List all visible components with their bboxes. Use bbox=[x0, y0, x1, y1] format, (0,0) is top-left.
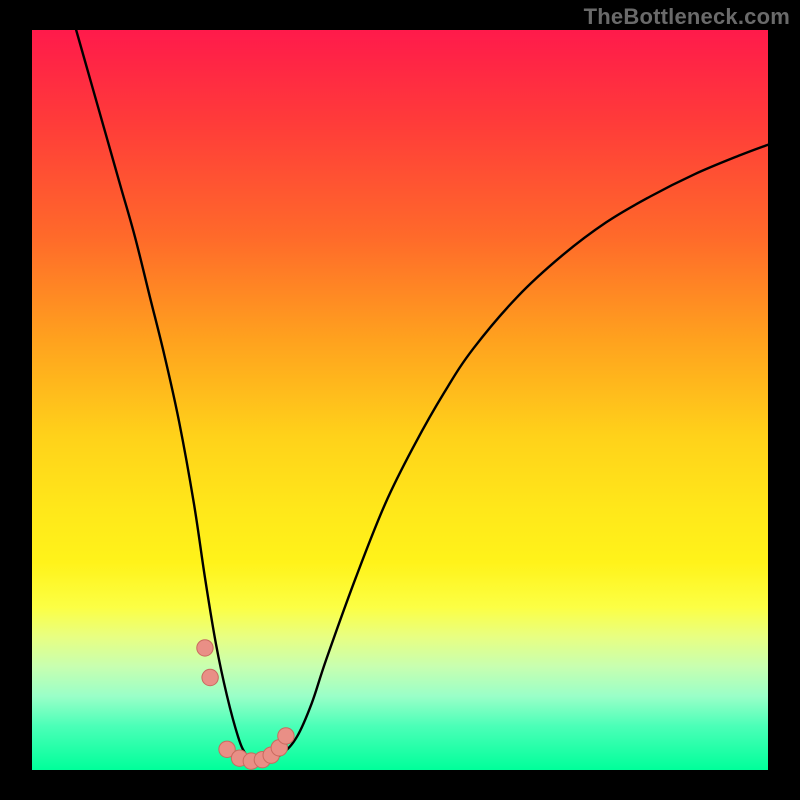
highlighted-points bbox=[197, 640, 294, 770]
chart-frame: TheBottleneck.com bbox=[0, 0, 800, 800]
plot-area bbox=[32, 30, 768, 770]
marker-point bbox=[202, 669, 218, 685]
bottleneck-curve bbox=[76, 30, 768, 763]
marker-point bbox=[197, 640, 213, 656]
watermark-text: TheBottleneck.com bbox=[584, 4, 790, 30]
marker-point bbox=[278, 728, 294, 744]
curve-svg bbox=[32, 30, 768, 770]
